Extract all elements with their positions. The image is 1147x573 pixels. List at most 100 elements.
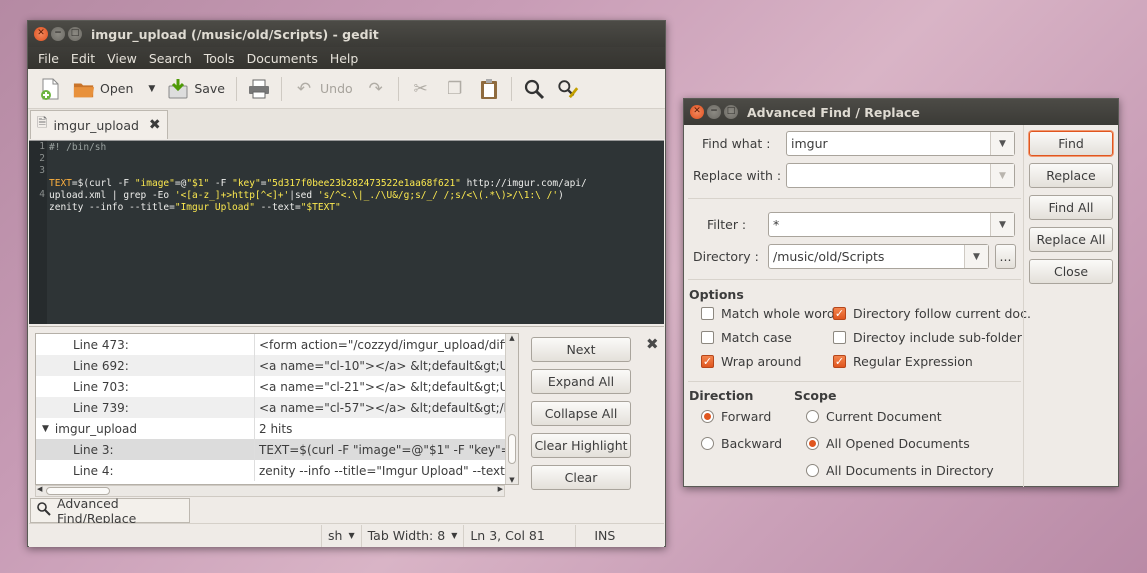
undo-button[interactable]: ↶ Undo bbox=[288, 74, 358, 104]
checkbox-box[interactable]: ✓ bbox=[833, 355, 846, 368]
print-button[interactable] bbox=[243, 74, 275, 104]
directory-combo[interactable]: /music/old/Scripts ▼ bbox=[768, 244, 989, 269]
open-dropdown-icon[interactable]: ▼ bbox=[148, 84, 155, 94]
regular-expression-checkbox[interactable]: ✓ Regular Expression bbox=[833, 354, 973, 369]
filter-input[interactable]: * bbox=[769, 217, 990, 232]
menu-documents[interactable]: Documents bbox=[241, 51, 324, 66]
scroll-left-icon[interactable]: ◀ bbox=[37, 485, 42, 493]
chevron-down-icon[interactable]: ▼ bbox=[990, 213, 1014, 236]
menu-help[interactable]: Help bbox=[324, 51, 365, 66]
direction-backward-radio[interactable]: Backward bbox=[701, 436, 782, 451]
tab-width-selector[interactable]: Tab Width: 8 ▼ bbox=[360, 524, 464, 547]
find-all-button[interactable]: Find All bbox=[1029, 195, 1113, 220]
replace-with-combo[interactable]: ▼ bbox=[786, 163, 1015, 188]
replace-all-button[interactable]: Replace All bbox=[1029, 227, 1113, 252]
scope-all-in-directory-radio[interactable]: All Documents in Directory bbox=[806, 463, 994, 478]
checkbox-box[interactable]: ✓ bbox=[833, 307, 846, 320]
chevron-down-icon[interactable]: ▼ bbox=[990, 132, 1014, 155]
wrap-around-checkbox[interactable]: ✓ Wrap around bbox=[701, 354, 801, 369]
scroll-thumb[interactable] bbox=[46, 487, 110, 495]
new-button[interactable] bbox=[34, 74, 66, 104]
result-hits: 2 hits bbox=[259, 421, 293, 436]
filter-combo[interactable]: * ▼ bbox=[768, 212, 1015, 237]
directory-label: Directory : bbox=[693, 249, 759, 264]
result-row-selected[interactable]: Line 3: TEXT=$(curl -F "image"=@"$1" -F "… bbox=[36, 439, 518, 460]
dialog-close-button[interactable]: ✕ bbox=[690, 105, 704, 119]
include-sub-folder-checkbox[interactable]: Directoy include sub-folder bbox=[833, 330, 1022, 345]
code-editor[interactable]: 1 2 3 4 #! /bin/sh TEXT=$(curl -F "image… bbox=[29, 140, 664, 324]
results-vertical-scrollbar[interactable]: ▲ ▼ bbox=[505, 334, 518, 484]
scroll-down-icon[interactable]: ▼ bbox=[506, 476, 518, 484]
result-row[interactable]: Line 739: <a name="cl-57"></a> &lt;defaul… bbox=[36, 397, 518, 418]
chevron-down-icon[interactable]: ▼ bbox=[990, 164, 1014, 187]
scroll-thumb[interactable] bbox=[508, 434, 516, 464]
window-minimize-button[interactable]: − bbox=[51, 27, 65, 41]
result-row[interactable]: Line 4: zenity --info --title="Imgur Uplo… bbox=[36, 460, 518, 481]
clear-highlight-button[interactable]: Clear Highlight bbox=[531, 433, 631, 458]
find-button[interactable]: Find bbox=[1029, 131, 1113, 156]
expand-all-button[interactable]: Expand All bbox=[531, 369, 631, 394]
result-row[interactable]: Line 473: <form action="/cozzyd/imgur_upl… bbox=[36, 334, 518, 355]
replace-button[interactable]: Replace bbox=[1029, 163, 1113, 188]
menu-file[interactable]: File bbox=[32, 51, 65, 66]
line-number-gutter: 1 2 3 4 bbox=[29, 141, 47, 324]
clear-button[interactable]: Clear bbox=[531, 465, 631, 490]
tab-imgur-upload[interactable]: 🗎 imgur_upload ✖ bbox=[30, 110, 168, 139]
vertical-divider bbox=[1023, 125, 1024, 487]
match-case-checkbox[interactable]: Match case bbox=[701, 330, 792, 345]
next-button[interactable]: Next bbox=[531, 337, 631, 362]
checkbox-box[interactable] bbox=[701, 331, 714, 344]
scope-all-opened-radio[interactable]: All Opened Documents bbox=[806, 436, 970, 451]
result-row[interactable]: Line 692: <a name="cl-10"></a> &lt;defaul… bbox=[36, 355, 518, 376]
panel-close-icon[interactable]: ✖ bbox=[646, 335, 659, 353]
menu-search[interactable]: Search bbox=[143, 51, 198, 66]
result-file-row[interactable]: ▼ imgur_upload 2 hits bbox=[36, 418, 518, 439]
checkbox-label: Match case bbox=[721, 330, 792, 345]
direction-forward-radio[interactable]: Forward bbox=[701, 409, 771, 424]
redo-button[interactable]: ↷ bbox=[360, 74, 392, 104]
radio-dot[interactable] bbox=[701, 437, 714, 450]
paste-button[interactable] bbox=[473, 74, 505, 104]
radio-dot[interactable] bbox=[806, 410, 819, 423]
scope-current-document-radio[interactable]: Current Document bbox=[806, 409, 942, 424]
save-button[interactable]: Save bbox=[162, 74, 230, 104]
dialog-minimize-button[interactable]: − bbox=[707, 105, 721, 119]
tab-close-icon[interactable]: ✖ bbox=[149, 117, 161, 133]
checkbox-box[interactable] bbox=[833, 331, 846, 344]
close-button[interactable]: Close bbox=[1029, 259, 1113, 284]
find-what-input[interactable]: imgur bbox=[787, 136, 990, 151]
directory-input[interactable]: /music/old/Scripts bbox=[769, 249, 964, 264]
language-selector[interactable]: sh ▼ bbox=[321, 524, 361, 547]
menu-view[interactable]: View bbox=[101, 51, 143, 66]
checkbox-box[interactable] bbox=[701, 307, 714, 320]
collapse-all-button[interactable]: Collapse All bbox=[531, 401, 631, 426]
clipboard-icon bbox=[478, 78, 500, 100]
open-button[interactable]: Open ▼ bbox=[68, 74, 160, 104]
dialog-maximize-button[interactable]: □ bbox=[724, 105, 738, 119]
browse-directory-button[interactable]: ... bbox=[995, 244, 1016, 269]
panel-tab-advanced-find[interactable]: Advanced Find/Replace bbox=[30, 496, 190, 526]
search-results-tree[interactable]: Line 473: <form action="/cozzyd/imgur_upl… bbox=[35, 333, 519, 485]
copy-button[interactable]: ❐ bbox=[439, 74, 471, 104]
follow-current-doc-checkbox[interactable]: ✓ Directory follow current doc. bbox=[833, 306, 1031, 321]
scroll-right-icon[interactable]: ▶ bbox=[498, 485, 503, 493]
match-whole-word-checkbox[interactable]: Match whole word bbox=[701, 306, 835, 321]
expander-icon[interactable]: ▼ bbox=[42, 424, 49, 434]
menu-tools[interactable]: Tools bbox=[198, 51, 241, 66]
find-what-combo[interactable]: imgur ▼ bbox=[786, 131, 1015, 156]
scope-heading: Scope bbox=[794, 388, 837, 403]
scroll-up-icon[interactable]: ▲ bbox=[506, 334, 518, 342]
radio-dot[interactable] bbox=[701, 410, 714, 423]
window-close-button[interactable]: ✕ bbox=[34, 27, 48, 41]
checkbox-box[interactable]: ✓ bbox=[701, 355, 714, 368]
chevron-down-icon[interactable]: ▼ bbox=[964, 245, 988, 268]
cut-button[interactable]: ✂ bbox=[405, 74, 437, 104]
radio-dot[interactable] bbox=[806, 437, 819, 450]
find-replace-button[interactable] bbox=[552, 74, 584, 104]
find-button[interactable] bbox=[518, 74, 550, 104]
window-maximize-button[interactable]: □ bbox=[68, 27, 82, 41]
radio-label: Forward bbox=[721, 409, 772, 424]
result-row[interactable]: Line 703: <a name="cl-21"></a> &lt;defaul… bbox=[36, 376, 518, 397]
menu-edit[interactable]: Edit bbox=[65, 51, 101, 66]
radio-dot[interactable] bbox=[806, 464, 819, 477]
